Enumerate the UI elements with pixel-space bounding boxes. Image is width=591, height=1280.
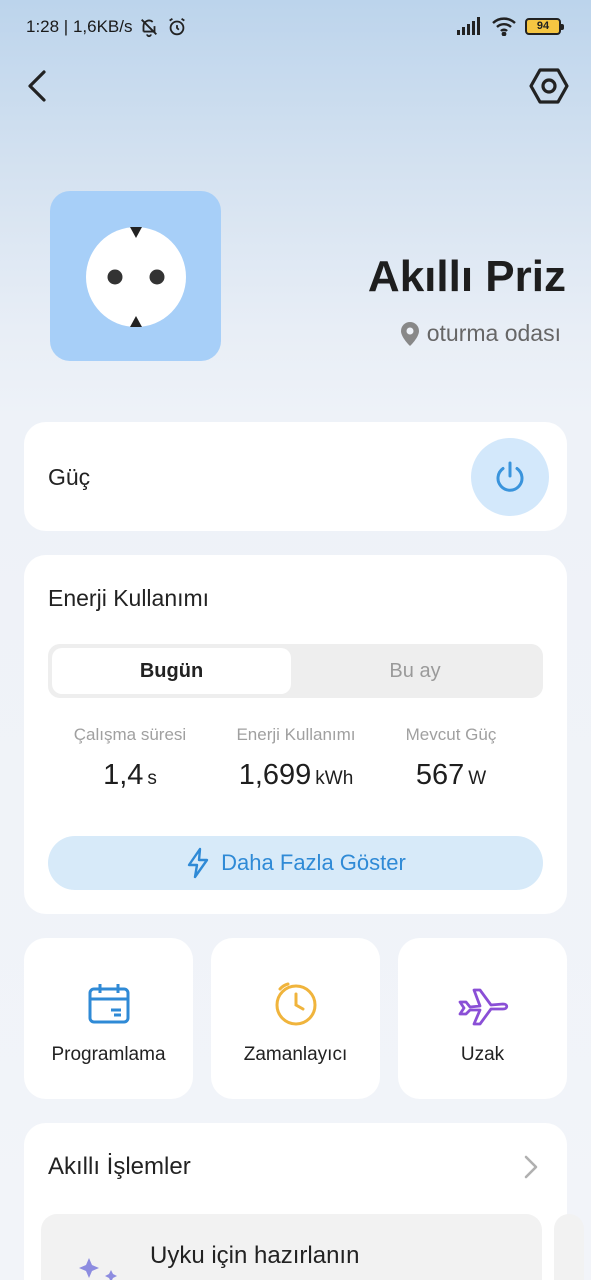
stat-energy: Enerji Kullanımı 1,699 kWh: [236, 725, 356, 792]
stat-runtime: Çalışma süresi 1,4 s: [24, 725, 236, 792]
settings-icon: [529, 68, 569, 104]
stat-value: 1,699 kWh: [236, 759, 356, 792]
stat-number: 1,4: [103, 759, 144, 791]
feature-label: Zamanlayıcı: [243, 1044, 348, 1065]
socket-icon: [86, 227, 186, 327]
period-tabs: Bugün Bu ay: [48, 644, 543, 698]
scene-title: Uyku için hazırlanın: [150, 1242, 360, 1269]
feature-away[interactable]: Uzak: [398, 938, 567, 1099]
status-bar: 1:28 | 1,6KB/s 94: [0, 0, 591, 56]
bell-off-icon: [141, 19, 158, 38]
stat-label: Mevcut Güç: [405, 725, 497, 744]
show-more-label: Daha Fazla Göster: [221, 850, 406, 875]
stat-number: 1,699: [238, 759, 312, 791]
tab-this-month[interactable]: Bu ay: [291, 648, 539, 694]
stat-label: Çalışma süresi: [73, 725, 187, 744]
energy-stats: Çalışma süresi 1,4 s Enerji Kullanımı 1,6…: [24, 725, 567, 792]
chevron-left-icon: [28, 70, 46, 102]
show-more-button[interactable]: Daha Fazla Göster: [48, 836, 543, 890]
stat-unit: s: [147, 768, 157, 789]
energy-usage-card: Enerji Kullanımı Bugün Bu ay Çalışma sür…: [24, 555, 567, 914]
tab-today[interactable]: Bugün: [52, 648, 291, 694]
battery-icon: 94: [525, 17, 564, 35]
smart-actions-title: Akıllı İşlemler: [48, 1153, 191, 1180]
sparkle-icon: [79, 1258, 117, 1280]
stat-value: 567 W: [356, 759, 546, 792]
battery-level: 94: [536, 20, 550, 32]
stat-value: 1,4 s: [24, 759, 236, 792]
device-location: oturma odası: [400, 320, 561, 347]
alarm-icon: [169, 17, 186, 36]
feature-timer[interactable]: Zamanlayıcı: [211, 938, 380, 1099]
device-name: Akıllı Priz: [367, 252, 566, 301]
location-label: oturma odası: [426, 320, 561, 346]
power-label: Güç: [48, 464, 91, 490]
stat-label: Enerji Kullanımı: [236, 725, 356, 744]
energy-title: Enerji Kullanımı: [48, 585, 210, 611]
status-time: 1:28 | 1,6KB/s: [26, 17, 133, 36]
feature-scheduling[interactable]: Programlama: [24, 938, 193, 1099]
location-pin-icon: [400, 321, 419, 346]
signal-icon: [457, 17, 480, 35]
settings-button[interactable]: [527, 64, 571, 108]
power-icon: [496, 461, 524, 492]
scene-card-peek[interactable]: [554, 1214, 584, 1280]
scene-card[interactable]: Uyku için hazırlanın: [41, 1214, 542, 1280]
status-left: 1:28 | 1,6KB/s: [26, 16, 188, 38]
calendar-icon: [88, 984, 129, 1024]
airplane-icon: [458, 988, 508, 1026]
power-card: Güç: [24, 422, 567, 531]
wifi-icon: [492, 17, 516, 36]
clock-icon: [275, 982, 316, 1026]
smart-actions-card: Akıllı İşlemler Uyku için hazırlanın: [24, 1123, 584, 1280]
stat-number: 567: [415, 759, 465, 791]
back-button[interactable]: [22, 66, 58, 106]
stat-current-power: Mevcut Güç 567 W: [356, 725, 546, 792]
feature-label: Uzak: [460, 1044, 505, 1065]
status-right: 94: [457, 16, 564, 36]
chevron-right-icon[interactable]: [521, 1153, 541, 1181]
power-toggle-button[interactable]: [471, 438, 549, 516]
lightning-icon: [187, 847, 209, 879]
device-icon-tile: [50, 191, 221, 361]
feature-label: Programlama: [51, 1044, 166, 1065]
stat-unit: W: [468, 768, 487, 789]
stat-unit: kWh: [315, 768, 354, 789]
